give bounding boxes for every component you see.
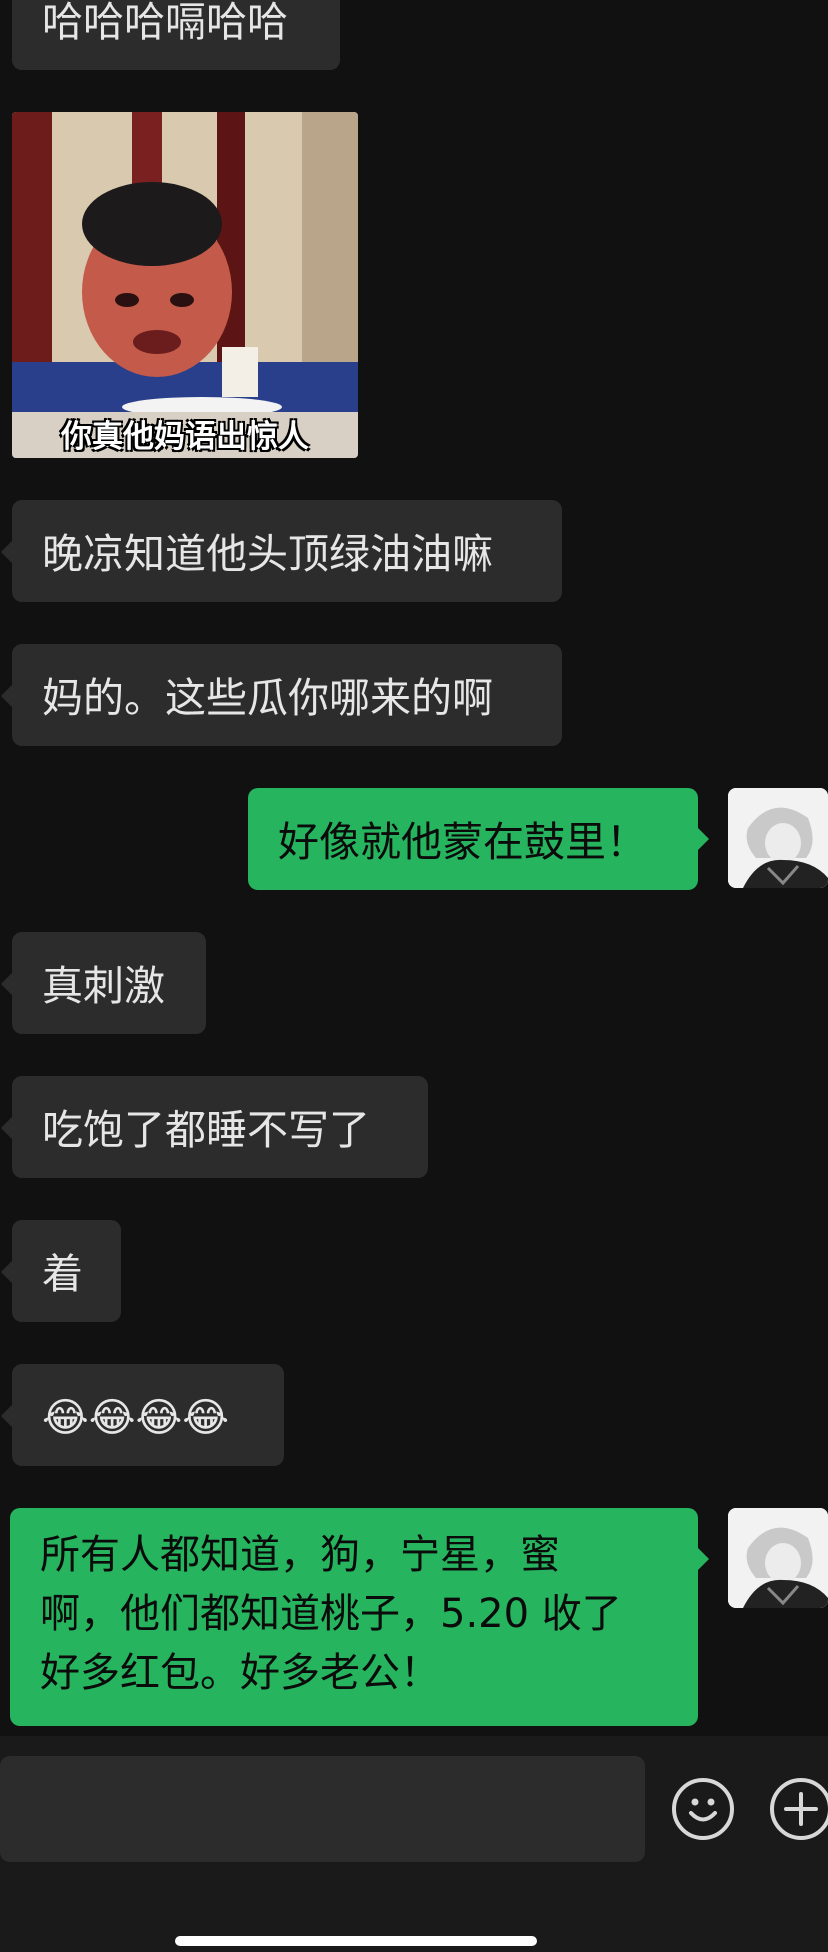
message-text: 好像就他蒙在鼓里！ (278, 818, 647, 866)
bubble-tail (1, 541, 12, 563)
message-input[interactable] (0, 1756, 645, 1862)
message-text: 妈的。这些瓜你哪来的啊 (42, 674, 493, 722)
avatar-image (728, 1508, 828, 1608)
message-bubble-incoming[interactable]: 晚凉知道他头顶绿油油嘛 (12, 500, 562, 602)
message-bubble-incoming[interactable]: 哈哈哈嗝哈哈 (12, 0, 340, 70)
plus-icon[interactable] (770, 1778, 828, 1840)
bubble-tail (698, 1548, 709, 1570)
message-line: 所有人都知道，狗，宁星，蜜 (40, 1532, 560, 1578)
avatar-image (728, 788, 828, 888)
message-bubble-outgoing[interactable]: 所有人都知道，狗，宁星，蜜 啊，他们都知道桃子，5.20 收了 好多红包。好多老… (10, 1508, 698, 1726)
message-line: 啊，他们都知道桃子，5.20 收了 (40, 1591, 622, 1637)
message-text: 哈哈哈嗝哈哈 (42, 0, 288, 46)
bubble-tail (1, 1117, 12, 1139)
home-indicator[interactable] (175, 1936, 537, 1946)
avatar[interactable] (728, 1508, 828, 1608)
emoji-text: 😂😂😂😂 (42, 1395, 229, 1441)
image-caption: 你真他妈语出惊人 (61, 419, 309, 455)
image-message[interactable]: 你真他妈语出惊人 (12, 112, 358, 458)
bubble-tail (1, 973, 12, 995)
message-text: 吃饱了都睡不写了 (42, 1106, 370, 1154)
bubble-tail (1, 1405, 12, 1427)
message-bubble-incoming[interactable]: 着 (12, 1220, 121, 1322)
message-bubble-outgoing[interactable]: 好像就他蒙在鼓里！ (248, 788, 698, 890)
message-bubble-incoming[interactable]: 真刺激 (12, 932, 206, 1034)
message-bubble-incoming[interactable]: 吃饱了都睡不写了 (12, 1076, 428, 1178)
message-text: 晚凉知道他头顶绿油油嘛 (42, 530, 493, 578)
bubble-tail (1, 685, 12, 707)
bubble-tail (698, 828, 709, 850)
avatar[interactable] (728, 788, 828, 888)
bubble-tail (1, 1261, 12, 1283)
message-line: 好多红包。好多老公！ (40, 1650, 440, 1696)
message-text: 真刺激 (42, 962, 165, 1010)
meme-image (12, 112, 358, 458)
message-bubble-incoming[interactable]: 😂😂😂😂 (12, 1364, 284, 1466)
message-bubble-incoming[interactable]: 妈的。这些瓜你哪来的啊 (12, 644, 562, 746)
message-text: 着 (42, 1250, 83, 1298)
emoji-icon[interactable] (672, 1778, 734, 1840)
